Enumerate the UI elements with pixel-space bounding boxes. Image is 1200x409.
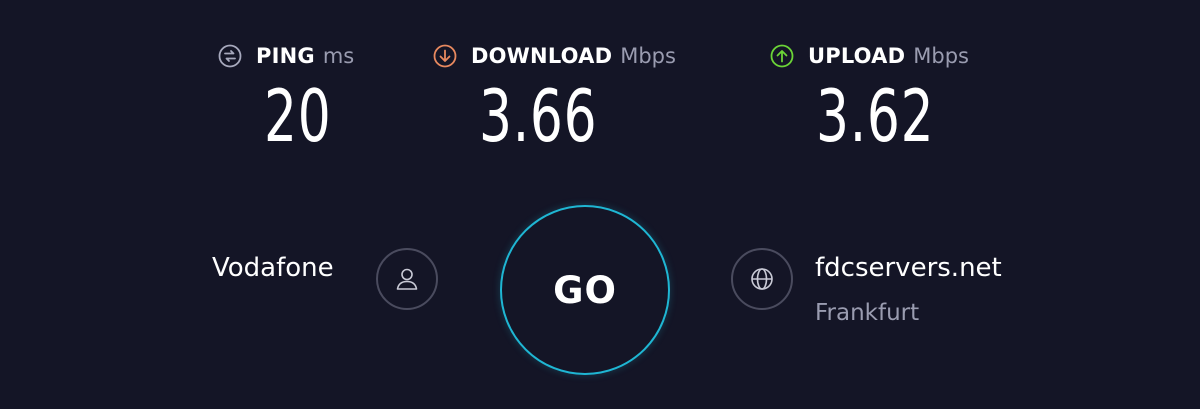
ping-icon — [218, 44, 242, 68]
upload-metric: UPLOAD Mbps 3.62 — [770, 40, 1070, 160]
download-label: DOWNLOAD — [471, 44, 613, 68]
download-arrow-icon — [433, 44, 457, 68]
server-location[interactable]: Frankfurt — [815, 297, 919, 329]
ping-unit: ms — [322, 44, 355, 68]
upload-unit: Mbps — [913, 44, 969, 68]
ping-header: PING ms — [218, 40, 398, 72]
go-button[interactable]: GO — [500, 205, 670, 375]
upload-arrow-icon — [770, 44, 794, 68]
upload-header: UPLOAD Mbps — [770, 40, 1070, 72]
download-metric: DOWNLOAD Mbps 3.66 — [433, 40, 733, 160]
user-icon[interactable] — [376, 248, 438, 310]
go-label: GO — [553, 268, 617, 312]
download-header: DOWNLOAD Mbps — [433, 40, 733, 72]
upload-label: UPLOAD — [808, 44, 906, 68]
ping-value: 20 — [264, 74, 332, 158]
download-value: 3.66 — [479, 74, 598, 158]
ping-label: PING — [256, 44, 315, 68]
upload-value: 3.62 — [816, 74, 935, 158]
provider-name[interactable]: Vodafone — [212, 251, 334, 285]
download-unit: Mbps — [620, 44, 676, 68]
globe-icon[interactable] — [731, 248, 793, 310]
server-name[interactable]: fdcservers.net — [815, 251, 1002, 285]
ping-metric: PING ms 20 — [218, 40, 398, 160]
